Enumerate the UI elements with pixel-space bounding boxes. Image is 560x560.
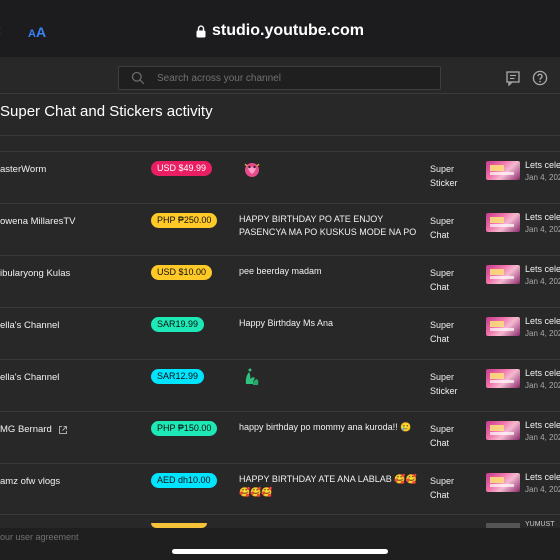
amount-badge: AED dh10.00 [151, 473, 217, 488]
video-thumbnail[interactable] [486, 317, 520, 336]
amount-badge: USD $49.99 [151, 161, 213, 176]
green-hands-sticker-icon [245, 368, 259, 385]
amount-badge: PHP ₱250.00 [151, 213, 218, 228]
video-thumbnail[interactable] [486, 473, 520, 492]
supporter-name[interactable]: owena MillaresTV [0, 216, 76, 227]
help-icon[interactable] [532, 70, 548, 86]
amount-badge: SAR19.99 [151, 317, 205, 332]
url-text: studio.youtube.com [212, 22, 364, 39]
table-row[interactable]: amz ofw vlogs AED dh10.00 HAPPY BIRTHDAY… [0, 463, 560, 515]
type-label: Super Sticker [430, 372, 458, 396]
supporter-name[interactable]: ibularyong Kulas [0, 268, 70, 279]
table-row[interactable]: ibularyong Kulas USD $10.00 pee beerday … [0, 255, 560, 307]
supporter-name[interactable]: MG Bernard [0, 424, 52, 435]
table-row[interactable]: owena MillaresTV PHP ₱250.00 HAPPY BIRTH… [0, 203, 560, 255]
video-thumbnail[interactable] [486, 161, 520, 180]
type-label: Super Chat [430, 268, 455, 292]
video-title[interactable]: YUMUST [525, 521, 555, 528]
activity-table: asterWorm USD $49.99 Super Sticker Lets c… [0, 151, 560, 515]
footer-bar [0, 528, 560, 560]
video-thumbnail[interactable] [486, 213, 520, 232]
page-title: Super Chat and Stickers activity [0, 103, 213, 120]
type-label: Super Chat [430, 476, 455, 500]
video-thumbnail[interactable] [486, 369, 520, 388]
search-bar[interactable] [118, 66, 441, 90]
table-row[interactable]: asterWorm USD $49.99 Super Sticker Lets c… [0, 151, 560, 203]
pink-heart-sticker-icon [244, 163, 260, 177]
video-date: Jan 4, 202 [525, 277, 560, 286]
message-text: HAPPY BIRTHDAY ATE ANA LABLAB 🥰🥰 🥰🥰🥰 [239, 474, 417, 497]
supporter-name[interactable]: ella's Channel [0, 372, 59, 383]
type-label: Super Sticker [430, 164, 458, 188]
external-link-icon[interactable] [58, 425, 68, 435]
user-agreement-link[interactable]: our user agreement [0, 532, 79, 542]
message-text: Happy Birthday Ms Ana [239, 318, 334, 328]
video-title[interactable]: Lets celeb [525, 316, 560, 326]
divider [0, 135, 560, 136]
video-thumbnail[interactable] [486, 265, 520, 284]
studio-header [0, 57, 560, 94]
search-icon [131, 71, 145, 85]
amount-badge: USD $10.00 [151, 265, 213, 280]
emoji: 🥲 [400, 422, 412, 432]
video-title[interactable]: Lets celeb [525, 264, 560, 274]
supporter-name[interactable]: amz ofw vlogs [0, 476, 60, 487]
video-title[interactable]: Lets celeb [525, 160, 560, 170]
table-row[interactable]: ella's Channel SAR12.99 Super Sticker Let… [0, 359, 560, 411]
video-title[interactable]: Lets celeb [525, 420, 560, 430]
address-bar[interactable]: studio.youtube.com [0, 22, 560, 43]
video-date: Jan 4, 202 [525, 225, 560, 234]
table-row[interactable]: ella's Channel SAR19.99 Happy Birthday M… [0, 307, 560, 359]
message-text: happy birthday po mommy ana kuroda!! 🥲 [239, 422, 412, 432]
lock-icon [196, 24, 206, 38]
video-date: Jan 4, 202 [525, 381, 560, 390]
supporter-name[interactable]: ella's Channel [0, 320, 59, 331]
type-label: Super Chat [430, 320, 455, 344]
table-row[interactable]: MG Bernard PHP ₱150.00 happy birthday po… [0, 411, 560, 463]
type-label: Super Chat [430, 424, 455, 448]
video-date: Jan 4, 202 [525, 329, 560, 338]
home-indicator[interactable] [172, 549, 388, 554]
message-text: HAPPY BIRTHDAY PO ATE ENJOY PASENCYA MA … [239, 214, 417, 237]
type-label: Super Chat [430, 216, 455, 240]
browser-toolbar: ‹ AA studio.youtube.com [0, 0, 560, 57]
search-input[interactable] [157, 72, 417, 84]
feedback-icon[interactable] [505, 70, 521, 86]
video-title[interactable]: Lets celeb [525, 212, 560, 222]
supporter-name[interactable]: asterWorm [0, 164, 46, 175]
message-text: pee beerday madam [239, 266, 322, 276]
video-title[interactable]: Lets celeb [525, 472, 560, 482]
video-date: Jan 4, 202 [525, 173, 560, 182]
amount-badge: PHP ₱150.00 [151, 421, 218, 436]
video-date: Jan 4, 202 [525, 485, 560, 494]
video-title[interactable]: Lets celeb [525, 368, 560, 378]
video-date: Jan 4, 202 [525, 433, 560, 442]
video-thumbnail[interactable] [486, 421, 520, 440]
amount-badge: SAR12.99 [151, 369, 205, 384]
